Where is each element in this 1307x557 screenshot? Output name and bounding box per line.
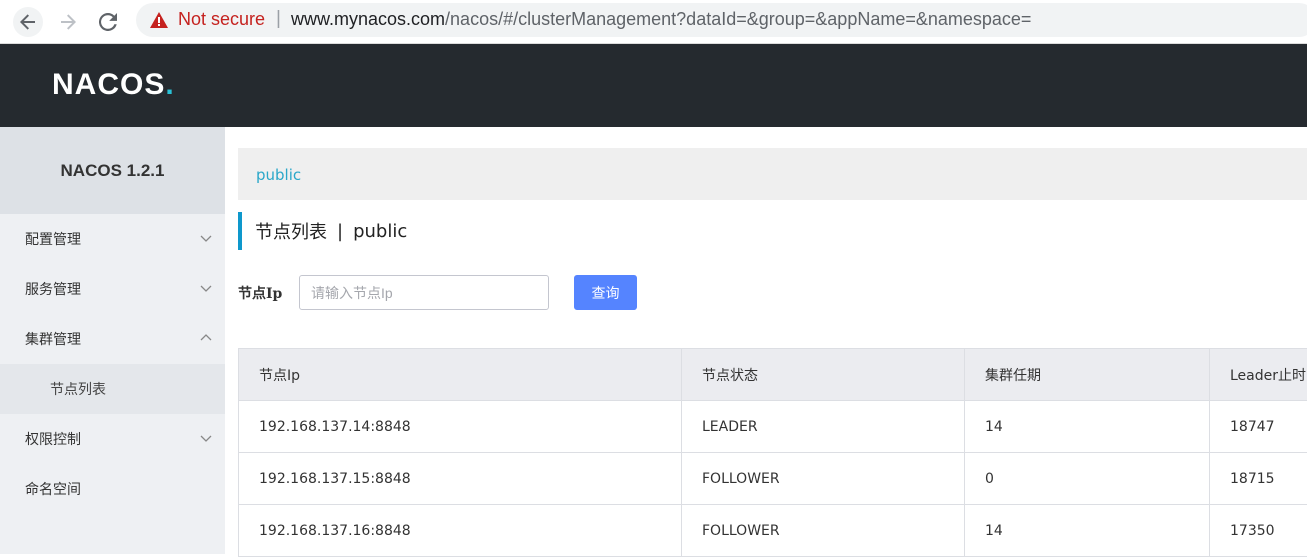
arrow-left-icon bbox=[20, 14, 36, 30]
namespace-bar: public bbox=[238, 148, 1307, 200]
query-button[interactable]: 查询 bbox=[574, 275, 637, 310]
sidebar-item-label: 集群管理 bbox=[25, 329, 81, 349]
sidebar-item-config[interactable]: 配置管理 bbox=[0, 214, 225, 264]
page-title-text: 节点列表 bbox=[255, 218, 327, 244]
sidebar-item-label: 命名空间 bbox=[25, 479, 81, 499]
sidebar-subitem-node-list[interactable]: 节点列表 bbox=[0, 364, 225, 414]
url-path: /nacos/#/clusterManagement?dataId=&group… bbox=[445, 9, 1031, 29]
forward-button[interactable] bbox=[53, 7, 83, 37]
namespace-link-public[interactable]: public bbox=[256, 166, 301, 184]
url-text[interactable]: www.mynacos.com/nacos/#/clusterManagemen… bbox=[291, 9, 1031, 30]
cell-leader-due: 18747 bbox=[1210, 401, 1307, 453]
nacos-logo[interactable]: NACOS. bbox=[52, 68, 175, 102]
cell-node-ip: 192.168.137.14:8848 bbox=[239, 401, 682, 453]
column-header-leader-due: Leader止时( bbox=[1210, 349, 1307, 401]
chevron-down-icon bbox=[199, 231, 213, 245]
cell-cluster-term: 14 bbox=[965, 505, 1210, 557]
cell-node-state: FOLLOWER bbox=[682, 505, 965, 557]
cell-node-state: FOLLOWER bbox=[682, 453, 965, 505]
warning-icon bbox=[150, 12, 168, 28]
cell-cluster-term: 0 bbox=[965, 453, 1210, 505]
table-header-row: 节点Ip 节点状态 集群任期 Leader止时( bbox=[239, 349, 1307, 401]
sidebar-item-cluster[interactable]: 集群管理 bbox=[0, 314, 225, 364]
sidebar-title: NACOS 1.2.1 bbox=[0, 127, 225, 214]
sidebar-item-label: 服务管理 bbox=[25, 279, 81, 299]
main-content: public 节点列表 | public 节点Ip 查询 节点Ip 节点状态 集… bbox=[225, 127, 1307, 554]
arrow-right-icon bbox=[60, 14, 76, 30]
column-header-node-ip: 节点Ip bbox=[239, 349, 682, 401]
column-header-node-state: 节点状态 bbox=[682, 349, 965, 401]
page-title-separator: | bbox=[337, 221, 343, 242]
page-title-namespace: public bbox=[353, 221, 407, 242]
sidebar-item-service[interactable]: 服务管理 bbox=[0, 264, 225, 314]
column-header-cluster-term: 集群任期 bbox=[965, 349, 1210, 401]
url-domain: www.mynacos.com bbox=[291, 9, 445, 29]
sidebar: NACOS 1.2.1 配置管理 服务管理 集群管理 节点列表 权限控制 命名空… bbox=[0, 127, 225, 554]
reload-button[interactable] bbox=[93, 7, 123, 37]
table-row: 192.168.137.14:8848 LEADER 14 18747 bbox=[239, 401, 1307, 453]
cell-node-ip: 192.168.137.15:8848 bbox=[239, 453, 682, 505]
sidebar-item-auth[interactable]: 权限控制 bbox=[0, 414, 225, 464]
chevron-down-icon bbox=[199, 431, 213, 445]
not-secure-label: Not secure bbox=[178, 9, 265, 30]
address-bar[interactable]: Not secure | www.mynacos.com/nacos/#/clu… bbox=[136, 3, 1307, 37]
sidebar-item-label: 配置管理 bbox=[25, 229, 81, 249]
cell-leader-due: 17350 bbox=[1210, 505, 1307, 557]
reload-icon bbox=[99, 13, 117, 31]
browser-toolbar: Not secure | www.mynacos.com/nacos/#/clu… bbox=[0, 0, 1307, 44]
node-ip-label: 节点Ip bbox=[238, 283, 282, 303]
logo-text: NACOS bbox=[52, 68, 165, 101]
cell-node-state: LEADER bbox=[682, 401, 965, 453]
page-title: 节点列表 | public bbox=[238, 212, 407, 250]
cell-node-ip: 192.168.137.16:8848 bbox=[239, 505, 682, 557]
node-ip-input[interactable] bbox=[299, 275, 549, 310]
logo-dot: . bbox=[165, 68, 174, 101]
sidebar-item-label: 权限控制 bbox=[25, 429, 81, 449]
cell-leader-due: 18715 bbox=[1210, 453, 1307, 505]
node-table: 节点Ip 节点状态 集群任期 Leader止时( 192.168.137.14:… bbox=[238, 348, 1307, 557]
table-row: 192.168.137.15:8848 FOLLOWER 0 18715 bbox=[239, 453, 1307, 505]
cell-cluster-term: 14 bbox=[965, 401, 1210, 453]
chevron-up-icon bbox=[199, 331, 213, 345]
table-row: 192.168.137.16:8848 FOLLOWER 14 17350 bbox=[239, 505, 1307, 557]
back-button[interactable] bbox=[13, 7, 43, 37]
chevron-down-icon bbox=[199, 281, 213, 295]
sidebar-item-namespace[interactable]: 命名空间 bbox=[0, 464, 225, 514]
url-separator: | bbox=[276, 8, 281, 30]
app-header: NACOS. bbox=[0, 44, 1307, 127]
